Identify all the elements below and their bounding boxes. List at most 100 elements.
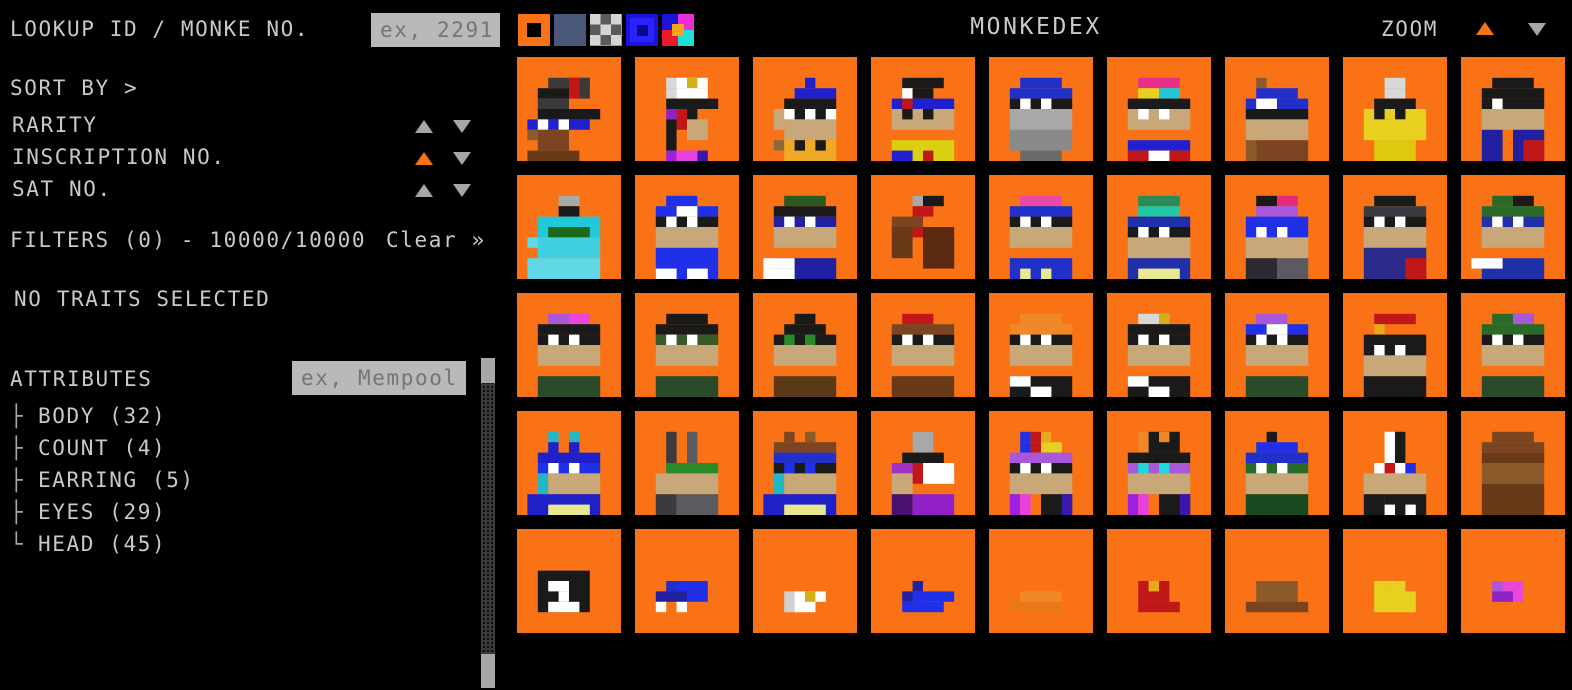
monke-tile[interactable] xyxy=(753,293,857,397)
monke-tile[interactable] xyxy=(517,411,621,515)
monke-tile[interactable] xyxy=(871,57,975,161)
monke-tile[interactable] xyxy=(517,293,621,397)
monke-tile[interactable] xyxy=(517,529,621,633)
lookup-input[interactable] xyxy=(371,13,500,47)
tree-branch-icon: ├ xyxy=(10,404,23,428)
monke-tile[interactable] xyxy=(635,57,739,161)
monke-tile[interactable] xyxy=(1343,175,1447,279)
monke-tile[interactable] xyxy=(1225,529,1329,633)
monke-tile[interactable] xyxy=(1461,411,1565,515)
monke-tile[interactable] xyxy=(1461,57,1565,161)
clear-filters-button[interactable]: Clear » xyxy=(386,228,486,252)
tree-branch-icon: ├ xyxy=(10,468,23,492)
tree-branch-icon: ├ xyxy=(10,436,23,460)
attribute-label: BODY (32) xyxy=(38,404,167,428)
monke-tile[interactable] xyxy=(1461,175,1565,279)
monke-pixel-art xyxy=(527,431,601,515)
monke-pixel-art xyxy=(1245,77,1309,161)
zoom-out-icon[interactable] xyxy=(1528,23,1546,36)
monke-pixel-art xyxy=(537,570,590,613)
monke-tile[interactable] xyxy=(753,529,857,633)
scrollbar-thumb-top[interactable] xyxy=(481,358,495,383)
sort-asc-rarity-icon[interactable] xyxy=(415,120,433,133)
attributes-label: ATTRIBUTES xyxy=(10,367,153,391)
monke-tile[interactable] xyxy=(517,57,621,161)
monke-tile[interactable] xyxy=(1343,529,1447,633)
attribute-label: COUNT (4) xyxy=(38,436,167,460)
monke-tile[interactable] xyxy=(1461,529,1565,633)
monke-pixel-art xyxy=(1127,313,1191,397)
monke-tile[interactable] xyxy=(1225,411,1329,515)
monke-tile[interactable] xyxy=(635,411,739,515)
monke-pixel-art xyxy=(1245,431,1309,515)
sort-desc-rarity-icon[interactable] xyxy=(453,120,471,133)
sort-asc-inscription-icon[interactable] xyxy=(415,152,433,165)
monke-pixel-art xyxy=(1363,195,1427,279)
lookup-row: LOOKUP ID / MONKE NO. xyxy=(10,13,500,47)
monke-tile[interactable] xyxy=(1343,57,1447,161)
tree-branch-icon: ├ xyxy=(10,500,23,524)
monke-tile[interactable] xyxy=(1343,411,1447,515)
monke-pixel-art xyxy=(1363,77,1427,161)
monke-pixel-art xyxy=(784,591,826,613)
monke-tile[interactable] xyxy=(1107,293,1211,397)
monke-tile[interactable] xyxy=(871,529,975,633)
monke-pixel-art xyxy=(1492,581,1524,602)
zoom-in-icon[interactable] xyxy=(1476,22,1494,35)
monke-pixel-art xyxy=(902,581,955,613)
monke-tile[interactable] xyxy=(1107,57,1211,161)
monke-tile[interactable] xyxy=(753,57,857,161)
monke-pixel-art xyxy=(1127,195,1191,279)
monke-tile[interactable] xyxy=(1107,175,1211,279)
monke-pixel-art xyxy=(655,195,719,279)
monke-tile[interactable] xyxy=(635,529,739,633)
trait-search-input[interactable] xyxy=(292,361,466,395)
attribute-item-head[interactable]: └ HEAD (45) xyxy=(10,528,310,560)
monke-tile[interactable] xyxy=(989,175,1093,279)
sidebar-scrollbar[interactable] xyxy=(481,358,495,688)
monke-tile[interactable] xyxy=(753,175,857,279)
scrollbar-thumb-bottom[interactable] xyxy=(481,654,495,688)
monke-tile[interactable] xyxy=(871,411,975,515)
monke-pixel-art xyxy=(527,195,601,279)
monke-tile[interactable] xyxy=(871,293,975,397)
monke-pixel-art xyxy=(527,77,601,161)
monke-tile[interactable] xyxy=(635,293,739,397)
monke-tile[interactable] xyxy=(1107,529,1211,633)
monke-tile[interactable] xyxy=(871,175,975,279)
monke-tile[interactable] xyxy=(1225,293,1329,397)
monke-grid xyxy=(517,57,1572,690)
monke-tile[interactable] xyxy=(1107,411,1211,515)
monkedex-app: LOOKUP ID / MONKE NO. SORT BY > RARITY I… xyxy=(0,0,1572,690)
monke-pixel-art xyxy=(1009,195,1073,279)
attribute-item-eyes[interactable]: ├ EYES (29) xyxy=(10,496,310,528)
sort-by-label: SORT BY > xyxy=(10,76,139,100)
lookup-label: LOOKUP ID / MONKE NO. xyxy=(10,17,310,41)
sort-label-inscription: INSCRIPTION NO. xyxy=(12,145,226,169)
monke-tile[interactable] xyxy=(1225,175,1329,279)
monke-tile[interactable] xyxy=(989,57,1093,161)
monke-tile[interactable] xyxy=(1343,293,1447,397)
attribute-label: EARRING (5) xyxy=(38,468,195,492)
attribute-item-body[interactable]: ├ BODY (32) xyxy=(10,400,310,432)
attribute-item-earring[interactable]: ├ EARRING (5) xyxy=(10,464,310,496)
monke-tile[interactable] xyxy=(517,175,621,279)
monke-pixel-art xyxy=(1009,431,1073,515)
monke-pixel-art xyxy=(1245,581,1309,613)
sort-desc-sat-icon[interactable] xyxy=(453,184,471,197)
scrollbar-track[interactable] xyxy=(481,383,495,654)
monke-tile[interactable] xyxy=(1461,293,1565,397)
sort-desc-inscription-icon[interactable] xyxy=(453,152,471,165)
monke-pixel-art xyxy=(891,77,955,161)
monke-tile[interactable] xyxy=(635,175,739,279)
monke-tile[interactable] xyxy=(989,529,1093,633)
monke-pixel-art xyxy=(891,195,955,269)
attribute-item-count[interactable]: ├ COUNT (4) xyxy=(10,432,310,464)
monke-tile[interactable] xyxy=(989,293,1093,397)
monke-tile[interactable] xyxy=(753,411,857,515)
monke-pixel-art xyxy=(773,313,837,397)
monke-tile[interactable] xyxy=(1225,57,1329,161)
header-bar: MONKEDEX ZOOM xyxy=(500,0,1572,57)
sort-asc-sat-icon[interactable] xyxy=(415,184,433,197)
monke-tile[interactable] xyxy=(989,411,1093,515)
